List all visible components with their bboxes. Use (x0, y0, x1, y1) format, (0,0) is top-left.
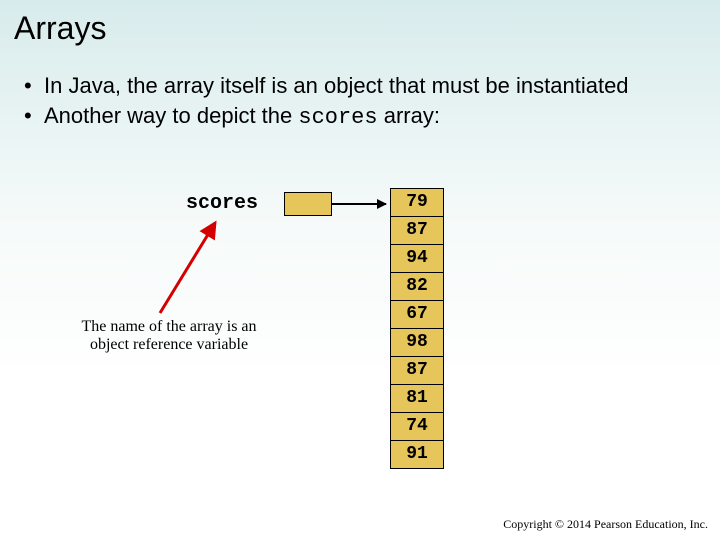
scores-variable-label: scores (186, 192, 258, 215)
red-pointer-arrow (150, 218, 230, 318)
array-cell: 79 (391, 189, 443, 217)
bullet-item: • In Java, the array itself is an object… (24, 72, 696, 100)
bullet-text-code: scores (298, 105, 377, 130)
array-cell: 94 (391, 245, 443, 273)
array-cell: 67 (391, 301, 443, 329)
bullet-dot: • (24, 102, 44, 132)
array-cell: 87 (391, 357, 443, 385)
diagram-caption: The name of the array is an object refer… (64, 318, 274, 354)
array-cell: 74 (391, 413, 443, 441)
array-diagram: scores 79 87 94 82 67 98 87 81 74 91 The… (0, 188, 720, 508)
bullet-text-post: array: (378, 103, 440, 128)
array-cell: 87 (391, 217, 443, 245)
bullet-dot: • (24, 72, 44, 100)
bullet-text: Another way to depict the scores array: (44, 102, 696, 132)
bullet-list: • In Java, the array itself is an object… (24, 72, 696, 133)
array-cell: 98 (391, 329, 443, 357)
array-cell: 81 (391, 385, 443, 413)
array-cells: 79 87 94 82 67 98 87 81 74 91 (390, 188, 444, 469)
bullet-item: • Another way to depict the scores array… (24, 102, 696, 132)
array-cell: 82 (391, 273, 443, 301)
copyright-text: Copyright © 2014 Pearson Education, Inc. (503, 517, 708, 532)
reference-arrow (332, 203, 386, 205)
slide-title: Arrays (14, 10, 106, 47)
bullet-text: In Java, the array itself is an object t… (44, 72, 696, 100)
array-cell: 91 (391, 441, 443, 468)
reference-box (284, 192, 332, 216)
bullet-text-pre: Another way to depict the (44, 103, 298, 128)
